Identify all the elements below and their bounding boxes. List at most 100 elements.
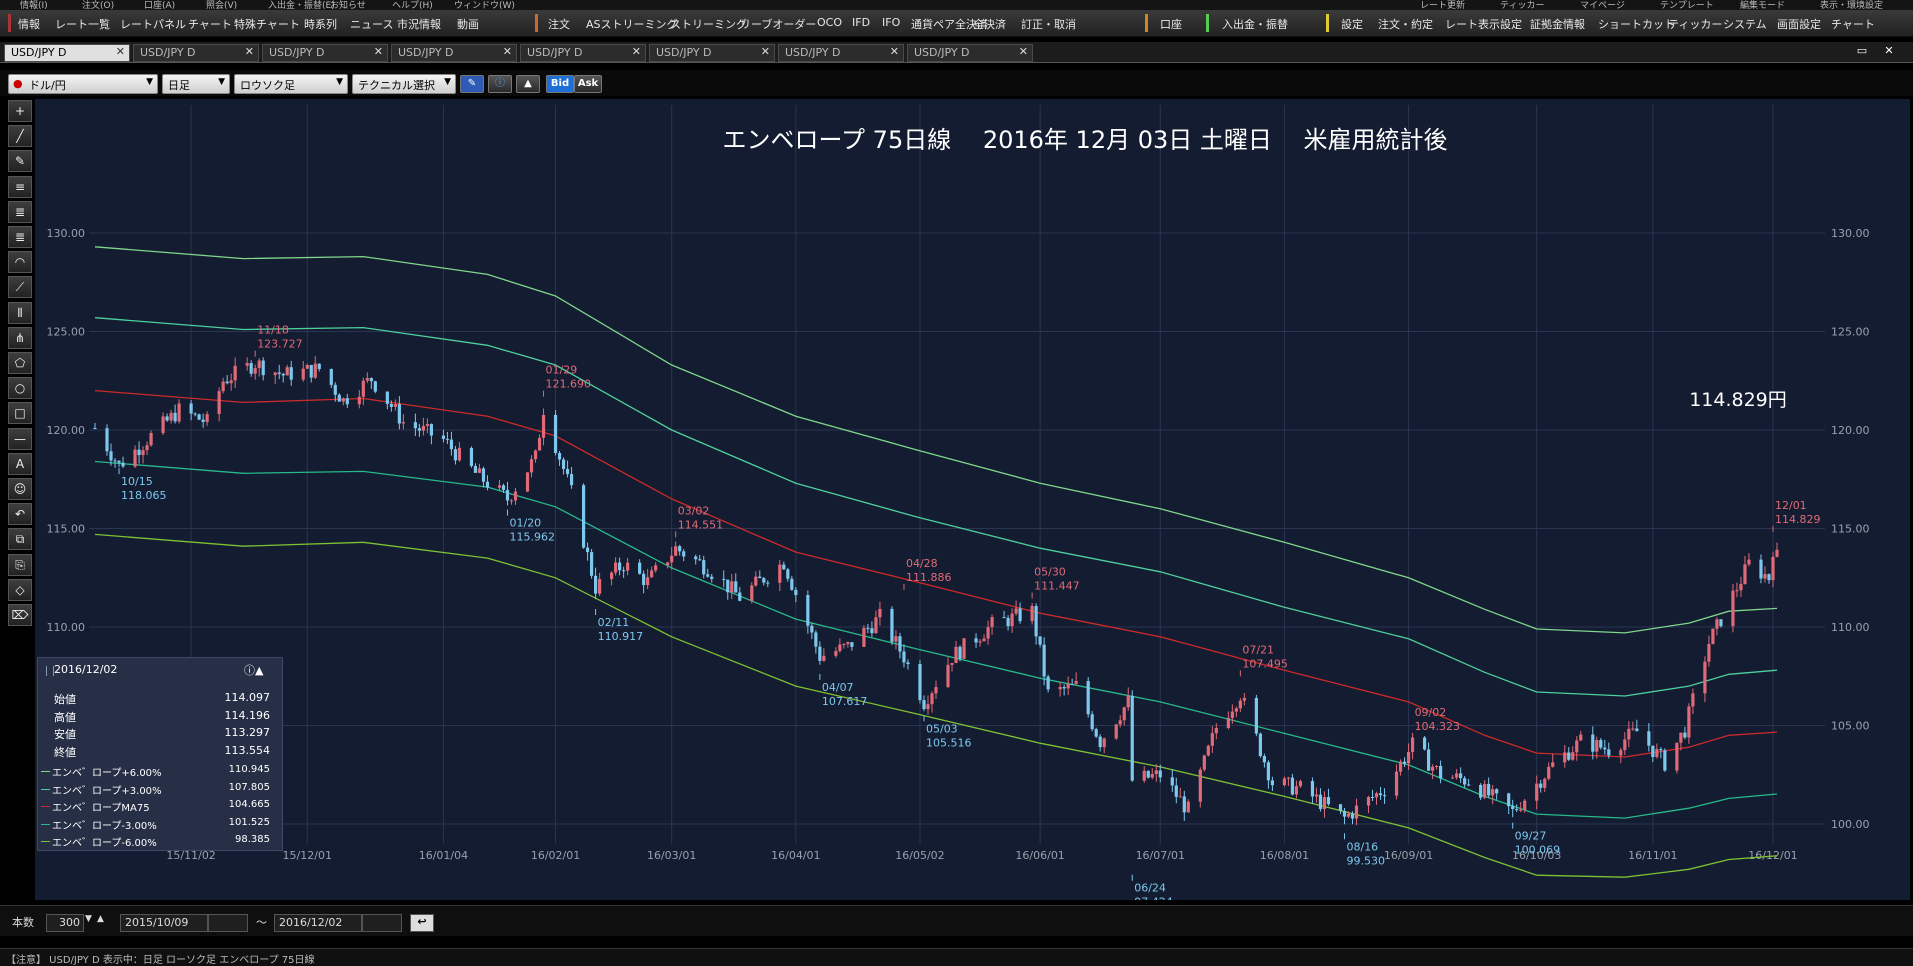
toolbar-item[interactable]: IFD	[852, 16, 870, 29]
chart-tab[interactable]: USD/JPY D ✕	[907, 44, 1033, 62]
chart-tab[interactable]: USD/JPY D ✕	[778, 44, 904, 62]
info-toggle-icon[interactable]: ⓘ▲	[244, 662, 263, 678]
toolbar-item[interactable]: 市況情報	[397, 16, 441, 32]
menu-item[interactable]: 入出金・振替(E)	[268, 0, 335, 10]
menu-right-item[interactable]: 編集モード	[1740, 0, 1785, 10]
text-tool-button[interactable]: A	[8, 452, 32, 475]
arc-tool-button[interactable]: ◠	[8, 251, 32, 274]
pentagon-tool-button[interactable]: ⬠	[8, 352, 32, 374]
chart-tab[interactable]: USD/JPY D ✕	[262, 44, 388, 62]
toolbar-item[interactable]: ASストリーミング	[586, 16, 678, 32]
chart-tab[interactable]: USD/JPY D ✕	[4, 44, 130, 62]
chart-tab[interactable]: USD/JPY D ✕	[520, 44, 646, 62]
vertical-lines-tool-button[interactable]: ⦀	[8, 301, 32, 324]
currency-select[interactable]: ● ドル/円 ▼	[8, 74, 158, 94]
chart-tab[interactable]: USD/JPY D ✕	[391, 44, 517, 62]
pitchfork-tool-button[interactable]: ⋔	[8, 326, 32, 349]
crosshair-tool-button[interactable]: +	[8, 100, 32, 122]
menu-right-item[interactable]: マイページ	[1580, 0, 1625, 10]
toolbar-item[interactable]: ニュース	[350, 16, 393, 32]
copy-tool-button[interactable]: ⧉	[8, 528, 32, 551]
menu-right-item[interactable]: レート更新	[1420, 0, 1465, 10]
refresh-button[interactable]: ↩	[410, 914, 434, 932]
close-icon[interactable]: ✕	[374, 45, 383, 58]
toolbar-item[interactable]: レート一覧	[55, 16, 110, 32]
trendline-tool-button[interactable]: ╱	[8, 125, 32, 148]
count-up-icon[interactable]: ▲	[97, 914, 104, 924]
start-time-input[interactable]	[208, 914, 248, 932]
close-icon[interactable]: ✕	[890, 45, 899, 58]
menu-item[interactable]: ヘルプ(H)	[392, 0, 433, 10]
chart-style-button[interactable]: ▲	[516, 75, 540, 93]
menu-right-item[interactable]: テンプレート	[1660, 0, 1714, 10]
toolbar-item[interactable]: ティッカー	[1668, 16, 1722, 32]
toolbar-item[interactable]: チャート	[188, 16, 232, 32]
end-time-input[interactable]	[362, 914, 402, 932]
menu-item[interactable]: 注文(O)	[82, 0, 114, 10]
start-date-input[interactable]: 2015/10/09	[120, 914, 208, 932]
toolbar-item[interactable]: 証拠金情報	[1530, 16, 1585, 32]
toolbar-item[interactable]: 口座	[1160, 16, 1182, 32]
close-icon[interactable]: ✕	[632, 45, 641, 58]
toolbar-item[interactable]: ショートカット	[1598, 16, 1675, 32]
menu-right-item[interactable]: 表示・環境設定	[1820, 0, 1883, 10]
draw-pen-button[interactable]: ✎	[460, 75, 484, 93]
candlestick-chart[interactable]: 130.00 130.00 125.00 125.00 120.00 120.00 115.…	[35, 99, 1910, 930]
chart-area[interactable]: 130.00 130.00 125.00 125.00 120.00 120.00 115.…	[35, 99, 1910, 930]
menu-item[interactable]: お知らせ	[330, 0, 366, 10]
toolbar-item[interactable]: 時系列	[304, 16, 337, 32]
close-icon[interactable]: ✕	[1019, 45, 1028, 58]
bid-button[interactable]: Bid	[546, 75, 574, 93]
chart-tab[interactable]: USD/JPY D ✕	[133, 44, 259, 62]
menu-right-item[interactable]: ティッカー	[1500, 0, 1544, 10]
restore-window-icon[interactable]: ▭	[1853, 44, 1871, 58]
toolbar-item[interactable]: レート表示設定	[1445, 16, 1522, 32]
drag-handle-icon[interactable]	[46, 666, 54, 676]
rectangle-tool-button[interactable]: □	[8, 402, 32, 425]
close-icon[interactable]: ✕	[245, 45, 254, 58]
icon-tool-button[interactable]: ☺	[8, 478, 32, 500]
horizontal-line-tool-button[interactable]: —	[8, 427, 32, 450]
toolbar-item[interactable]: レートパネル	[120, 16, 186, 32]
ruler-tool-button[interactable]: ✎	[8, 150, 32, 173]
chart-tab[interactable]: USD/JPY D ✕	[649, 44, 775, 62]
toolbar-item[interactable]: 全決済	[973, 16, 1006, 32]
fan-tool-button[interactable]: ⟋	[8, 276, 32, 299]
list-tool-button[interactable]: ≣	[8, 226, 32, 248]
toolbar-item[interactable]: 特殊チャート	[234, 16, 300, 32]
delete-tool-button[interactable]: ⌦	[8, 604, 32, 626]
toolbar-item[interactable]: 動画	[457, 16, 479, 32]
count-input[interactable]: 300	[46, 914, 84, 932]
ask-button[interactable]: Ask	[574, 75, 602, 93]
toolbar-item[interactable]: 注文・約定	[1378, 16, 1433, 32]
menu-item[interactable]: 口座(A)	[144, 0, 175, 10]
eraser-tool-button[interactable]: ◇	[8, 578, 32, 601]
toolbar-item[interactable]: 入出金・振替	[1222, 16, 1288, 32]
toolbar-item[interactable]: 設定	[1341, 16, 1363, 32]
menu-item[interactable]: 照会(V)	[206, 0, 237, 10]
toolbar-item[interactable]: 訂正・取消	[1021, 16, 1076, 32]
end-date-input[interactable]: 2016/12/02	[274, 914, 362, 932]
toolbar-item[interactable]: IFO	[882, 16, 900, 29]
toolbar-item[interactable]: システム	[1723, 16, 1767, 32]
chart-type-select[interactable]: ロウソク足 ▼	[234, 74, 348, 94]
toolbar-item[interactable]: OCO	[817, 16, 842, 29]
menu-item[interactable]: 情報(I)	[20, 0, 48, 10]
toolbar-item[interactable]: リーブオーダー	[740, 16, 816, 32]
menu-item[interactable]: ウィンドウ(W)	[454, 0, 515, 10]
count-down-icon[interactable]: ▼	[85, 914, 92, 924]
close-icon[interactable]: ✕	[116, 45, 125, 58]
toolbar-item[interactable]: 注文	[548, 16, 570, 32]
toolbar-item[interactable]: 情報	[18, 16, 40, 32]
close-icon[interactable]: ✕	[761, 45, 770, 58]
toolbar-item[interactable]: チャート	[1831, 16, 1875, 32]
close-window-icon[interactable]: ✕	[1880, 44, 1898, 58]
timeframe-select[interactable]: 日足 ▼	[162, 74, 230, 94]
fibonacci-tool-button[interactable]: ≡	[8, 175, 32, 198]
circle-tool-button[interactable]: ○	[8, 377, 32, 400]
toolbar-item[interactable]: ストリーミング	[670, 16, 747, 32]
undo-tool-button[interactable]: ↶	[8, 503, 32, 526]
paste-tool-button[interactable]: ⎘	[8, 553, 32, 576]
channel-tool-button[interactable]: ≣	[8, 200, 32, 223]
technical-select[interactable]: テクニカル選択 ▼	[352, 74, 456, 94]
